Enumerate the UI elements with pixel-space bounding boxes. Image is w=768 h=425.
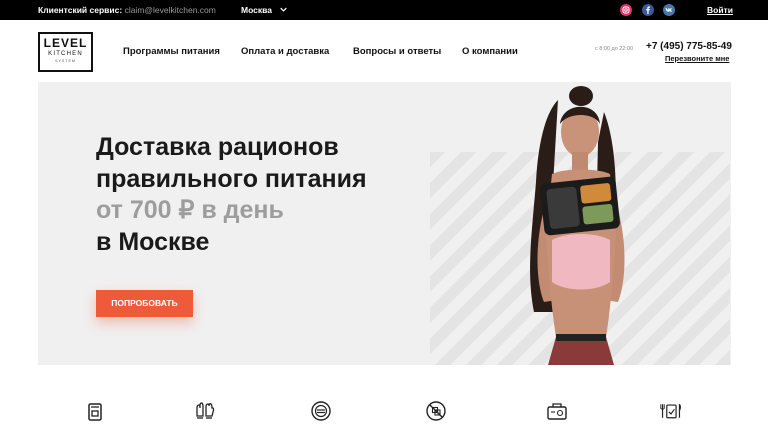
callback-link[interactable]: Перезвоните мне [665, 54, 729, 63]
service-label: Клиентский сервис: [38, 5, 123, 15]
try-button[interactable]: ПОПРОБОВАТЬ [96, 290, 193, 317]
hero-price: от 700 ₽ в день [96, 196, 284, 224]
logo-line-1: LEVEL [43, 36, 88, 50]
vk-icon[interactable] [663, 4, 675, 16]
instagram-icon[interactable] [620, 4, 632, 16]
hero-city: в Москве [96, 227, 210, 256]
bag-icon [88, 403, 102, 421]
hero-line-1: Доставка рационов [96, 133, 339, 161]
cutlery-check-icon [660, 403, 681, 419]
hero-banner: Доставка рационов правильного питания от… [38, 82, 731, 365]
hero-model-image [530, 86, 625, 365]
nav-about[interactable]: О компании [462, 46, 518, 57]
service-email-link[interactable]: claim@levelkitchen.com [125, 5, 216, 15]
delivery-box-icon [547, 403, 567, 420]
hero-title: Доставка рационов правильного питания от… [96, 132, 426, 258]
no-sugar-icon [426, 401, 446, 421]
login-link[interactable]: Войти [707, 5, 733, 15]
top-bar: Клиентский сервис: claim@levelkitchen.co… [0, 0, 768, 20]
city-selector[interactable]: Москва [241, 5, 272, 15]
plate-icon [311, 401, 331, 421]
customer-service: Клиентский сервис: claim@levelkitchen.co… [38, 5, 216, 15]
nav-payment-delivery[interactable]: Оплата и доставка [241, 46, 329, 57]
header: LEVEL KITCHEN SYSTEM Программы питания О… [0, 20, 768, 82]
working-hours: с 8:00 до 22:00 [595, 46, 634, 52]
logo-line-2: KITCHEN [48, 51, 83, 57]
logo[interactable]: LEVEL KITCHEN SYSTEM [38, 32, 93, 72]
gloves-icon [196, 402, 215, 419]
facebook-icon[interactable] [642, 4, 654, 16]
hero-line-2: правильного питания [96, 164, 367, 193]
nav-nutrition-programs[interactable]: Программы питания [123, 46, 220, 57]
phone-number[interactable]: +7 (495) 775-85-49 [646, 41, 732, 52]
logo-line-3: SYSTEM [55, 59, 76, 63]
nav-faq[interactable]: Вопросы и ответы [353, 46, 441, 57]
chevron-down-icon[interactable] [280, 6, 287, 13]
